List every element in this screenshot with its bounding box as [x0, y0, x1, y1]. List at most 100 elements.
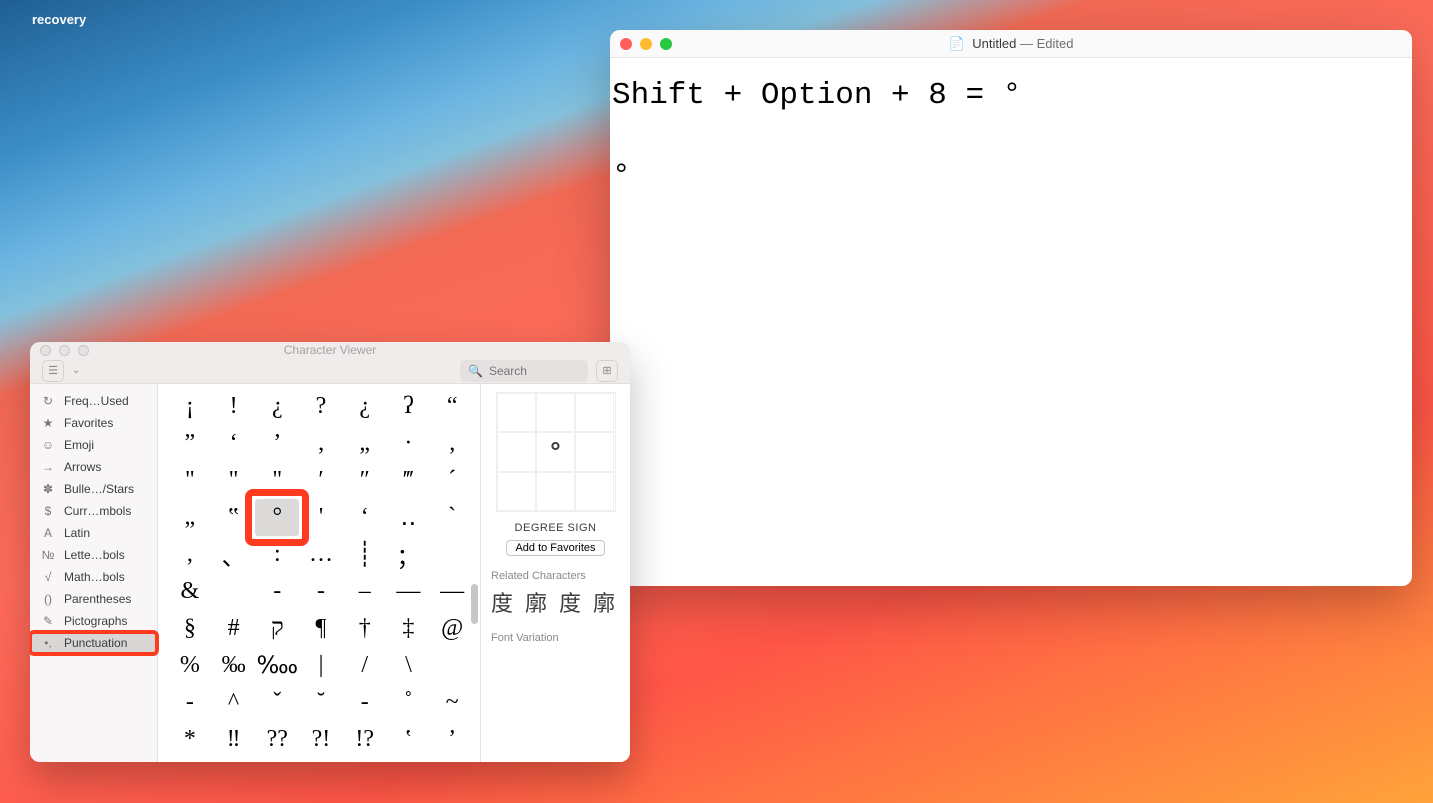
sidebar-item-punctuation[interactable]: •,Punctuation: [30, 632, 157, 654]
character-cell[interactable]: !: [212, 388, 256, 425]
character-cell[interactable]: ‘: [343, 499, 387, 536]
sidebar-item-arrows[interactable]: →Arrows: [30, 456, 157, 478]
sidebar-item-freq-used[interactable]: ↻Freq…Used: [30, 390, 157, 412]
character-cell[interactable]: ‴: [387, 462, 431, 499]
character-cell[interactable]: ": [212, 462, 256, 499]
scrollbar-thumb[interactable]: [471, 584, 478, 624]
character-preview-glyph: °: [536, 432, 575, 471]
textedit-titlebar[interactable]: 📄 Untitled — Edited: [610, 30, 1412, 58]
character-cell[interactable]: ¶: [299, 610, 343, 647]
related-character[interactable]: 廓: [593, 586, 615, 618]
character-cell[interactable]: !?: [343, 721, 387, 758]
character-cell[interactable]: ¡: [168, 388, 212, 425]
character-cell[interactable]: ´: [430, 462, 474, 499]
character-cell[interactable]: “: [430, 388, 474, 425]
sidebar-item-icon: →: [40, 460, 56, 474]
character-cell[interactable]: °: [255, 499, 299, 536]
textedit-body[interactable]: Shift + Option + 8 = ° °: [610, 58, 1412, 586]
character-cell[interactable]: ˚: [387, 684, 431, 721]
character-cell[interactable]: —: [387, 573, 431, 610]
character-cell[interactable]: %: [168, 647, 212, 684]
character-cell[interactable]: `: [430, 499, 474, 536]
character-cell[interactable]: ·: [387, 425, 431, 462]
character-cell[interactable]: *: [168, 721, 212, 758]
character-viewer-titlebar[interactable]: Character Viewer: [30, 342, 630, 358]
character-cell[interactable]: [430, 647, 474, 684]
sidebar-item-latin[interactable]: ALatin: [30, 522, 157, 544]
sidebar-item-label: Freq…Used: [64, 394, 129, 408]
search-input[interactable]: [489, 364, 580, 378]
character-cell[interactable]: ק: [255, 610, 299, 647]
character-cell[interactable]: ‡: [387, 610, 431, 647]
character-cell[interactable]: ‑: [255, 573, 299, 610]
sidebar-item-lette-bols[interactable]: №Lette…bols: [30, 544, 157, 566]
character-cell[interactable]: –: [343, 573, 387, 610]
character-cell[interactable]: ‼: [212, 721, 256, 758]
character-cell[interactable]: „: [343, 425, 387, 462]
character-cell[interactable]: ¿: [343, 388, 387, 425]
sidebar-item-favorites[interactable]: ★Favorites: [30, 412, 157, 434]
sidebar-item-bulle-stars[interactable]: ✽Bulle…/Stars: [30, 478, 157, 500]
character-cell[interactable]: @: [430, 610, 474, 647]
character-cell[interactable]: ‚: [299, 425, 343, 462]
character-cell[interactable]: §: [168, 610, 212, 647]
settings-menu-button[interactable]: ☰: [42, 360, 64, 382]
character-cell[interactable]: |: [299, 647, 343, 684]
character-cell[interactable]: ‟: [212, 499, 256, 536]
character-cell[interactable]: ': [299, 499, 343, 536]
sidebar-item-math-bols[interactable]: √Math…bols: [30, 566, 157, 588]
character-cell[interactable]: ”: [168, 425, 212, 462]
character-cell[interactable]: [430, 536, 474, 573]
sidebar-item-parentheses[interactable]: ()Parentheses: [30, 588, 157, 610]
character-cell[interactable]: &: [168, 573, 212, 610]
character-cell[interactable]: …: [299, 536, 343, 573]
character-cell[interactable]: ″: [343, 462, 387, 499]
character-cell[interactable]: †: [343, 610, 387, 647]
character-cell[interactable]: ˘: [299, 684, 343, 721]
character-cell[interactable]: ’: [255, 425, 299, 462]
character-cell[interactable]: ¿: [255, 388, 299, 425]
character-cell[interactable]: ,: [168, 536, 212, 573]
character-cell[interactable]: „: [168, 499, 212, 536]
character-cell[interactable]: ’: [430, 721, 474, 758]
character-cell[interactable]: ‱: [255, 647, 299, 684]
character-cell[interactable]: \: [387, 647, 431, 684]
character-cell[interactable]: /: [343, 647, 387, 684]
character-cell[interactable]: ?!: [299, 721, 343, 758]
related-character[interactable]: 度: [559, 586, 581, 618]
character-cell[interactable]: -: [299, 573, 343, 610]
character-cell[interactable]: ‥: [387, 499, 431, 536]
character-cell[interactable]: ??: [255, 721, 299, 758]
grid-toggle-button[interactable]: ⊞: [596, 360, 618, 382]
character-cell[interactable]: ?: [299, 388, 343, 425]
character-cell[interactable]: ；: [387, 536, 431, 573]
sidebar-item-curr-mbols[interactable]: $Curr…mbols: [30, 500, 157, 522]
character-cell[interactable]: ": [168, 462, 212, 499]
character-cell[interactable]: -: [343, 684, 387, 721]
character-cell[interactable]: ˇ: [255, 684, 299, 721]
sidebar-item-icon: ✽: [40, 482, 56, 496]
character-cell[interactable]: ‚: [430, 425, 474, 462]
character-cell[interactable]: ": [255, 462, 299, 499]
character-cell[interactable]: 、: [212, 536, 256, 573]
character-cell[interactable]: :: [255, 536, 299, 573]
character-cell[interactable]: ʔ: [387, 388, 431, 425]
sidebar-item-pictographs[interactable]: ✎Pictographs: [30, 610, 157, 632]
character-cell[interactable]: ┊: [343, 536, 387, 573]
character-cell[interactable]: ‛: [387, 721, 431, 758]
character-cell[interactable]: [212, 573, 256, 610]
character-cell[interactable]: ‰: [212, 647, 256, 684]
related-character[interactable]: 度: [491, 586, 513, 618]
character-cell[interactable]: -: [168, 684, 212, 721]
character-cell[interactable]: ~: [430, 684, 474, 721]
sidebar-item-emoji[interactable]: ☺Emoji: [30, 434, 157, 456]
character-cell[interactable]: ^: [212, 684, 256, 721]
search-field[interactable]: 🔍: [460, 360, 588, 382]
chevron-down-icon[interactable]: ⌄: [72, 365, 80, 376]
character-cell[interactable]: #: [212, 610, 256, 647]
add-to-favorites-button[interactable]: Add to Favorites: [506, 540, 604, 556]
related-character[interactable]: 廓: [525, 586, 547, 618]
character-cell[interactable]: ′: [299, 462, 343, 499]
character-cell[interactable]: ‘: [212, 425, 256, 462]
character-cell[interactable]: ―: [430, 573, 474, 610]
